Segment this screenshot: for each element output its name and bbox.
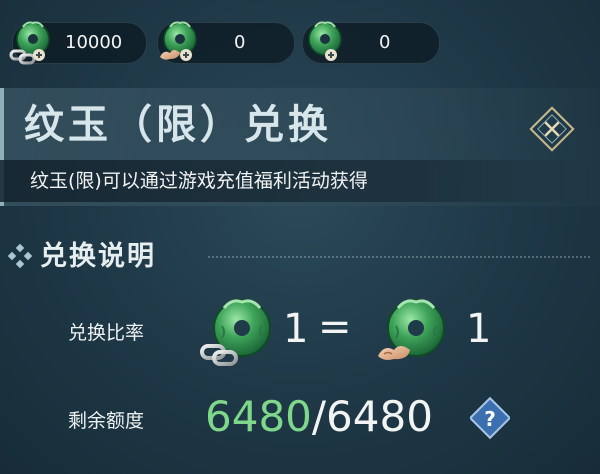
remaining-current: 6480 — [205, 392, 312, 441]
exchange-rate-label: 兑换比率 — [68, 322, 145, 344]
exchange-right-amount: 1 — [466, 306, 492, 352]
exchange-equals: = — [318, 304, 352, 350]
currency-value-1: 10000 — [65, 32, 123, 53]
svg-text:?: ? — [484, 407, 496, 431]
remaining-quota-label: 剩余额度 — [68, 410, 145, 432]
page-subtitle: 纹玉(限)可以通过游戏充值福利活动获得 — [30, 170, 368, 192]
remaining-total: 6480 — [326, 392, 433, 441]
remaining-quota-value: 6480/6480 — [205, 392, 433, 441]
jade-coin-cloud-icon — [378, 299, 445, 360]
jade-coin-chain-icon — [200, 299, 271, 366]
section-divider — [208, 256, 590, 258]
jade-coin-cloud-icon — [160, 21, 197, 61]
currency-value-2: 0 — [234, 32, 246, 53]
remaining-separator: / — [311, 392, 327, 441]
section-title: 兑换说明 — [40, 241, 156, 272]
currency-pill-2[interactable]: 0 — [157, 21, 295, 64]
currency-pill-1[interactable]: 10000 — [9, 21, 147, 65]
diamond-bullet-icon — [8, 244, 32, 268]
currency-value-3: 0 — [379, 32, 391, 53]
page-title: 纹玉（限）兑换 — [24, 101, 332, 148]
exchange-left-amount: 1 — [283, 306, 309, 352]
currency-pill-3[interactable]: 0 — [302, 21, 440, 64]
help-question-icon[interactable]: ? — [470, 396, 510, 440]
diamond-menu-icon[interactable] — [527, 104, 577, 154]
jade-coin-chain-icon — [9, 21, 50, 65]
jade-coin-icon — [308, 21, 342, 61]
